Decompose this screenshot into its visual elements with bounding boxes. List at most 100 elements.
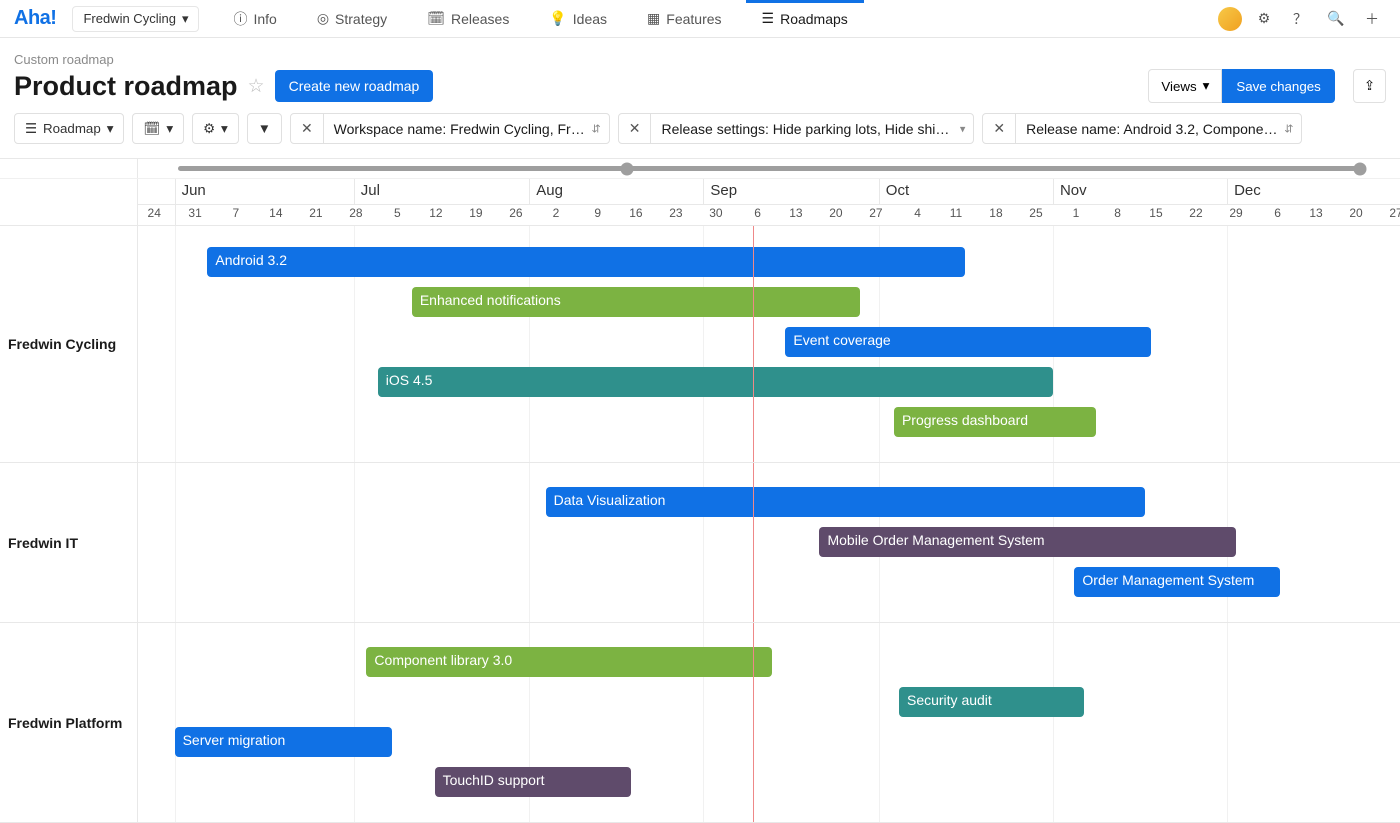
- roadmap-bar[interactable]: Progress dashboard: [894, 407, 1096, 437]
- day-label: 25: [1016, 205, 1056, 225]
- range-handle-start[interactable]: [621, 162, 634, 175]
- help-icon[interactable]: ？: [1286, 5, 1314, 33]
- bulb-icon: 💡: [549, 10, 566, 27]
- list-icon: ☰: [25, 121, 37, 137]
- day-label: 8: [1098, 205, 1138, 225]
- nav-strategy[interactable]: ◎ Strategy: [301, 0, 403, 37]
- day-label: 1: [1056, 205, 1096, 225]
- calendar-icon: 🗓: [143, 121, 160, 137]
- views-label: Views: [1161, 79, 1196, 94]
- month-label: Sep: [703, 179, 743, 204]
- gear-icon[interactable]: ⚙: [1250, 5, 1278, 33]
- day-label: 14: [256, 205, 296, 225]
- filter-workspace[interactable]: ✕ Workspace name: Fredwin Cycling, Fr… ⇵: [290, 113, 610, 144]
- roadmap-bar[interactable]: TouchID support: [435, 767, 632, 797]
- roadmap-bar[interactable]: iOS 4.5: [378, 367, 1053, 397]
- group-row: Fredwin IT Data Visualization Mobile Order…: [0, 463, 1400, 623]
- roadmap-bar[interactable]: Order Management System: [1074, 567, 1280, 597]
- group-canvas: Android 3.2 Enhanced notifications Event c…: [138, 226, 1400, 462]
- workspace-switcher[interactable]: Fredwin Cycling ▾: [72, 6, 199, 32]
- group-label: Fredwin Cycling: [0, 226, 138, 462]
- filter-icon: ▼: [258, 121, 271, 136]
- roadmap-icon: ☰: [762, 10, 775, 27]
- updown-icon: ⇵: [592, 122, 601, 135]
- day-label: 6: [1258, 205, 1298, 225]
- filter-button[interactable]: ▼: [247, 113, 282, 144]
- filter-label: Workspace name: Fredwin Cycling, Fr…: [334, 121, 585, 137]
- day-label: 28: [336, 205, 376, 225]
- roadmap-bar[interactable]: Component library 3.0: [366, 647, 771, 677]
- nav-info[interactable]: ⓘ Info: [217, 0, 292, 37]
- roadmap-bar[interactable]: Enhanced notifications: [412, 287, 860, 317]
- top-nav: Aha! Fredwin Cycling ▾ ⓘ Info ◎ Strategy…: [0, 0, 1400, 38]
- roadmap-bar[interactable]: Server migration: [175, 727, 392, 757]
- calendar-icon: 🗓: [427, 10, 445, 27]
- avatar[interactable]: [1218, 7, 1242, 31]
- save-changes-button[interactable]: Save changes: [1222, 69, 1334, 103]
- nav-label: Features: [666, 11, 721, 27]
- roadmap-bar[interactable]: Data Visualization: [546, 487, 1145, 517]
- remove-filter-icon[interactable]: ✕: [291, 114, 324, 143]
- day-label: 12: [416, 205, 456, 225]
- caret-down-icon: ▾: [107, 121, 114, 137]
- day-label: 9: [578, 205, 618, 225]
- remove-filter-icon[interactable]: ✕: [983, 114, 1016, 143]
- day-label: 29: [1216, 205, 1256, 225]
- gear-icon: ⚙: [203, 121, 215, 137]
- day-label: 21: [296, 205, 336, 225]
- day-label: 27: [856, 205, 896, 225]
- roadmap-bar[interactable]: Android 3.2: [207, 247, 964, 277]
- nav-releases[interactable]: 🗓 Releases: [411, 0, 525, 37]
- day-label: 15: [1136, 205, 1176, 225]
- caret-down-icon: ▾: [1203, 78, 1210, 94]
- updown-icon: ⇵: [1284, 122, 1293, 135]
- nav-label: Ideas: [573, 11, 607, 27]
- roadmap-bar[interactable]: Mobile Order Management System: [819, 527, 1235, 557]
- day-label: 4: [898, 205, 938, 225]
- range-slider[interactable]: [178, 166, 1360, 171]
- day-label: 20: [1336, 205, 1376, 225]
- date-range-button[interactable]: 🗓 ▾: [132, 113, 184, 144]
- day-label: 2: [536, 205, 576, 225]
- caret-down-icon: ▾: [166, 121, 173, 137]
- remove-filter-icon[interactable]: ✕: [619, 114, 652, 143]
- day-label: 31: [175, 205, 215, 225]
- nav-ideas[interactable]: 💡 Ideas: [533, 0, 623, 37]
- day-label: 20: [816, 205, 856, 225]
- roadmap-bar[interactable]: Event coverage: [785, 327, 1151, 357]
- month-label: Jun: [175, 179, 212, 204]
- range-slider-row: [0, 159, 1400, 179]
- share-icon: ⇪: [1364, 78, 1375, 93]
- app-logo: Aha!: [14, 7, 56, 30]
- toolbar: ☰ Roadmap ▾ 🗓 ▾ ⚙ ▾ ▼ ✕ Workspace name: …: [0, 103, 1400, 158]
- page-title: Product roadmap: [14, 71, 238, 102]
- day-label: 7: [216, 205, 256, 225]
- day-label: 26: [496, 205, 536, 225]
- today-line: [753, 623, 754, 822]
- views-button[interactable]: Views ▾: [1148, 69, 1222, 103]
- filter-release-name[interactable]: ✕ Release name: Android 3.2, Compone…⇵: [982, 113, 1302, 144]
- favorite-star-icon[interactable]: ☆: [248, 75, 265, 98]
- plus-icon[interactable]: ＋: [1358, 5, 1386, 33]
- group-canvas: Component library 3.0 Security audit Serve…: [138, 623, 1400, 822]
- group-canvas: Data Visualization Mobile Order Managemen…: [138, 463, 1400, 622]
- tb-label: Roadmap: [43, 121, 101, 136]
- roadmap-layout-button[interactable]: ☰ Roadmap ▾: [14, 113, 124, 144]
- nav-roadmaps[interactable]: ☰ Roadmaps: [746, 0, 864, 37]
- roadmap-bar[interactable]: Security audit: [899, 687, 1085, 717]
- share-button[interactable]: ⇪: [1353, 69, 1386, 103]
- day-label: 5: [377, 205, 417, 225]
- group-label: Fredwin IT: [0, 463, 138, 622]
- day-label: 18: [976, 205, 1016, 225]
- range-handle-end[interactable]: [1354, 162, 1367, 175]
- nav-features[interactable]: ▦ Features: [631, 0, 737, 37]
- group-label: Fredwin Platform: [0, 623, 138, 822]
- day-label: 11: [936, 205, 976, 225]
- search-icon[interactable]: 🔍: [1322, 5, 1350, 33]
- day-label: 22: [1176, 205, 1216, 225]
- filter-release-settings[interactable]: ✕ Release settings: Hide parking lots, H…: [618, 113, 975, 144]
- day-label: 23: [656, 205, 696, 225]
- create-roadmap-button[interactable]: Create new roadmap: [275, 70, 434, 102]
- settings-button[interactable]: ⚙ ▾: [192, 113, 239, 144]
- today-line: [753, 463, 754, 622]
